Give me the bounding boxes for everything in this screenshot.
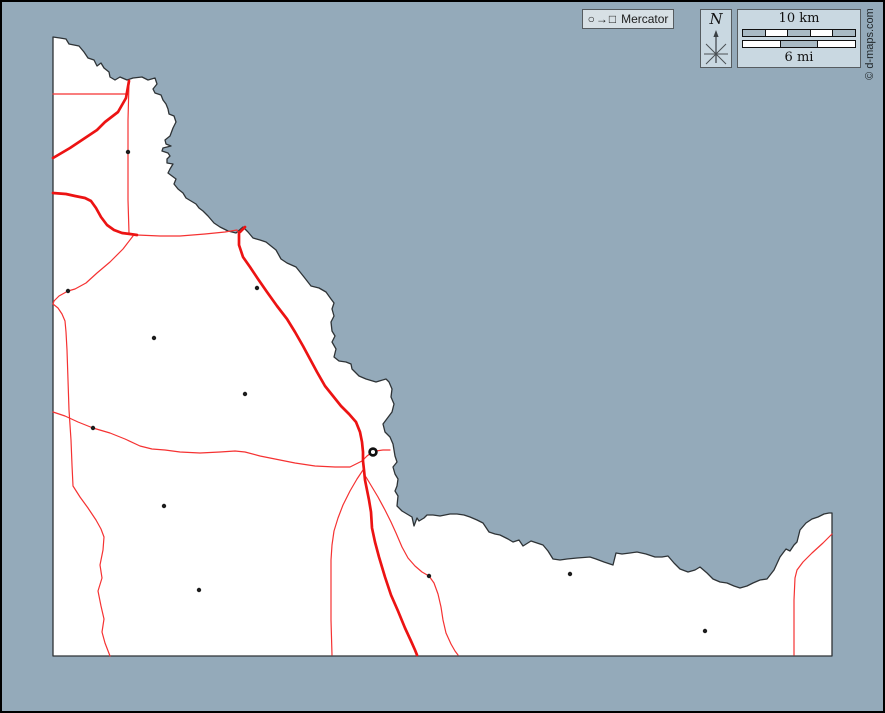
projection-legend: ○→□ Mercator	[582, 9, 674, 29]
city-dot	[91, 426, 95, 430]
compass-rose: N	[700, 9, 732, 68]
scale-km-label: 10 km	[779, 12, 820, 26]
scale-mi-segment	[818, 41, 855, 47]
copyright-text: © d-maps.com	[864, 8, 876, 80]
projection-symbols-icon: ○→□	[588, 13, 618, 25]
scale-mi-label: 6 mi	[785, 51, 814, 65]
scale-km-segment	[833, 30, 855, 36]
city-dot	[66, 289, 70, 293]
city-dot	[243, 392, 247, 396]
scale-km-segment	[811, 30, 834, 36]
city-dot	[162, 504, 166, 508]
scale-km-segment	[766, 30, 789, 36]
compass-arrow-icon	[701, 27, 731, 67]
scale-km-segment	[788, 30, 811, 36]
map-stage: ○→□ Mercator N 10 km 6 mi © d-maps.com	[0, 0, 885, 713]
copyright-notice: © d-maps.com	[856, 0, 884, 88]
compass-north-label: N	[709, 12, 722, 27]
scale-mi-segment	[781, 41, 819, 47]
city-dot	[427, 574, 431, 578]
scale-km-segment	[743, 30, 766, 36]
city-dot	[255, 286, 259, 290]
base-map	[0, 0, 885, 713]
scale-km-bar	[742, 29, 856, 37]
city-dot	[703, 629, 707, 633]
city-dot	[568, 572, 572, 576]
scale-mi-segment	[743, 41, 781, 47]
projection-label: Mercator	[621, 13, 668, 25]
city-dot	[126, 150, 130, 154]
scale-bar-widget: 10 km 6 mi	[737, 9, 861, 68]
county-seat-marker	[370, 449, 377, 456]
city-dot	[152, 336, 156, 340]
scale-mi-bar	[742, 40, 856, 48]
city-dot	[197, 588, 201, 592]
